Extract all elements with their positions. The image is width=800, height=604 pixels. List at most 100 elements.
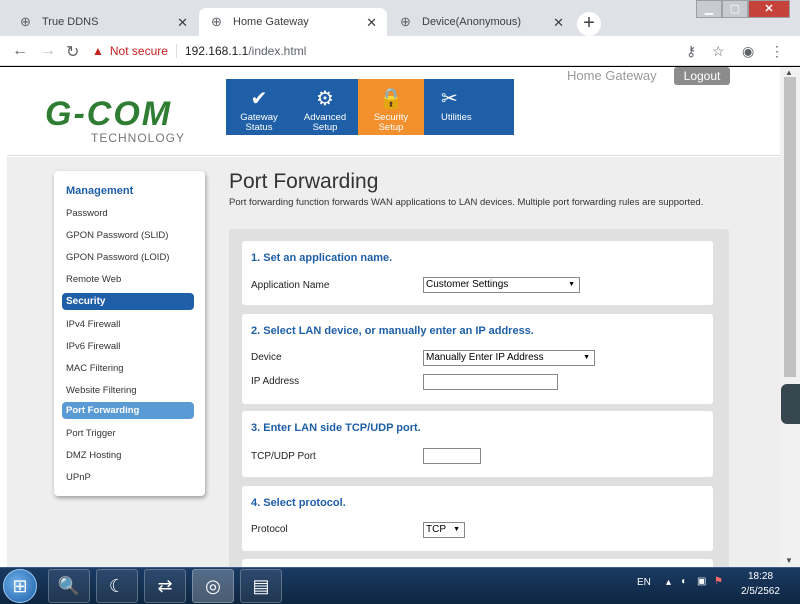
nav-utilities[interactable]: ✂ Utilities xyxy=(424,79,514,135)
application-name-select[interactable]: Customer Settings ▼ xyxy=(423,277,580,293)
nav-advanced-setup[interactable]: ⚙ Advanced Setup xyxy=(292,79,358,135)
security-status[interactable]: Not secure xyxy=(110,40,168,62)
tools-icon: ✂ xyxy=(441,88,458,110)
device-select[interactable]: Manually Enter IP Address ▼ xyxy=(423,350,595,366)
language-indicator[interactable]: EN xyxy=(637,577,651,588)
page-viewport: Home Gateway Logout G-COM TECHNOLOGY ✔ G… xyxy=(0,67,780,567)
nav-gateway-status[interactable]: ✔ Gateway Status xyxy=(226,79,292,135)
page-title: Port Forwarding xyxy=(229,170,379,193)
check-circle-icon: ✔ xyxy=(250,88,268,110)
step2-card: 2. Select LAN device, or manually enter … xyxy=(242,314,713,404)
step3-card: 3. Enter LAN side TCP/UDP port. TCP/UDP … xyxy=(242,411,713,477)
gcom-logo: G-COM TECHNOLOGY xyxy=(45,95,195,147)
new-tab-button[interactable]: + xyxy=(577,12,601,36)
page-description: Port forwarding function forwards WAN ap… xyxy=(229,197,704,208)
browser-tab-strip: ⊕ True DDNS ✕ ⊕ Home Gateway ✕ ⊕ Device(… xyxy=(0,0,800,36)
close-icon[interactable]: ✕ xyxy=(748,0,790,18)
tray-arrow-icon[interactable]: ▴ xyxy=(666,577,671,588)
notepad-icon[interactable]: ▤ xyxy=(240,569,282,603)
network-icon[interactable]: ▣ xyxy=(697,576,706,587)
back-icon[interactable]: ← xyxy=(12,42,28,60)
protocol-label: Protocol xyxy=(251,524,288,535)
logo-main: G-COM xyxy=(45,95,173,133)
clock-date[interactable]: 2/5/2562 xyxy=(741,586,780,597)
star-icon[interactable]: ☆ xyxy=(712,43,725,60)
forward-icon[interactable]: → xyxy=(40,42,56,60)
teamviewer-icon[interactable]: ⇄ xyxy=(144,569,186,603)
sidebar-item-port-forwarding[interactable]: Port Forwarding xyxy=(62,402,194,419)
address-bar[interactable]: ▲ Not secure 192.168.1.1 /index.html xyxy=(92,40,740,62)
tcp-udp-port-input[interactable] xyxy=(423,448,481,464)
close-tab-icon[interactable]: ✕ xyxy=(177,15,188,31)
minimize-icon[interactable]: ▁ xyxy=(696,0,722,18)
sidebar-item-website-filtering[interactable]: Website Filtering xyxy=(66,385,137,396)
step5-card-partial xyxy=(242,559,713,567)
window-controls: ▁ ▢ ✕ xyxy=(696,0,790,18)
chevron-down-icon: ▼ xyxy=(583,354,590,361)
url-path: /index.html xyxy=(248,44,307,58)
maximize-icon[interactable]: ▢ xyxy=(722,0,748,18)
step1-heading: 1. Set an application name. xyxy=(251,252,393,264)
logout-button[interactable]: Logout xyxy=(674,67,730,85)
gateway-title: Home Gateway xyxy=(567,68,657,83)
main-nav: ✔ Gateway Status ⚙ Advanced Setup 🔒 Secu… xyxy=(226,79,514,135)
nav-security-setup[interactable]: 🔒 Security Setup xyxy=(358,79,424,135)
chrome-icon[interactable]: ◎ xyxy=(192,569,234,603)
sidebar-item-ipv6-firewall[interactable]: IPv6 Firewall xyxy=(66,341,120,352)
scroll-up-icon[interactable]: ▲ xyxy=(785,68,793,77)
device-label: Device xyxy=(251,352,282,363)
logo-sub: TECHNOLOGY xyxy=(91,131,186,145)
tab-device-anonymous[interactable]: ⊕ Device(Anonymous) ✕ xyxy=(388,8,574,36)
key-icon[interactable]: ⚷ xyxy=(686,43,696,60)
tab-title: True DDNS xyxy=(42,16,99,28)
application-name-label: Application Name xyxy=(251,280,330,291)
sidebar-item-password[interactable]: Password xyxy=(66,208,108,219)
lock-icon: 🔒 xyxy=(378,88,404,110)
step4-card: 4. Select protocol. Protocol TCP ▼ xyxy=(242,486,713,551)
step1-card: 1. Set an application name. Application … xyxy=(242,241,713,305)
globe-icon: ⊕ xyxy=(20,14,31,29)
action-center-icon[interactable]: ⚑ xyxy=(714,576,723,587)
account-icon[interactable]: ◉ xyxy=(742,43,754,60)
scrollbar-thumb[interactable] xyxy=(784,77,796,377)
sidebar-item-gpon-slid[interactable]: GPON Password (SLID) xyxy=(66,230,168,241)
close-tab-icon[interactable]: ✕ xyxy=(553,15,564,31)
page-scrollbar[interactable]: ▲ ▼ xyxy=(780,67,800,567)
ip-address-input[interactable] xyxy=(423,374,558,390)
floating-side-widget[interactable] xyxy=(781,384,800,424)
sidebar-item-mac-filtering[interactable]: MAC Filtering xyxy=(66,363,124,374)
sidebar-item-dmz-hosting[interactable]: DMZ Hosting xyxy=(66,450,121,461)
sidebar-item-ipv4-firewall[interactable]: IPv4 Firewall xyxy=(66,319,120,330)
menu-icon[interactable]: ⋮ xyxy=(770,43,784,60)
globe-icon: ⊕ xyxy=(211,14,222,29)
globe-icon: ⊕ xyxy=(400,14,411,29)
clock-time[interactable]: 18:28 xyxy=(748,571,773,582)
sidebar-item-remote-web[interactable]: Remote Web xyxy=(66,274,121,285)
sidebar-item-gpon-loid[interactable]: GPON Password (LOID) xyxy=(66,252,169,263)
reload-icon[interactable]: ↻ xyxy=(66,42,79,62)
chevron-down-icon: ▼ xyxy=(453,526,460,533)
sidebar-item-port-trigger[interactable]: Port Trigger xyxy=(66,428,116,439)
gear-icon: ⚙ xyxy=(316,88,334,110)
protocol-select[interactable]: TCP ▼ xyxy=(423,522,465,538)
search-app-icon[interactable]: 🔍 xyxy=(48,569,90,603)
step4-heading: 4. Select protocol. xyxy=(251,497,346,509)
warning-icon: ▲ xyxy=(92,44,104,58)
url-host: 192.168.1.1 xyxy=(184,44,249,58)
browser-toolbar: ← → ↻ ▲ Not secure 192.168.1.1 /index.ht… xyxy=(0,36,800,66)
volume-icon[interactable]: ◖ xyxy=(680,576,686,587)
chevron-down-icon: ▼ xyxy=(568,281,575,288)
sidebar-section-security[interactable]: Security xyxy=(62,293,194,310)
tab-home-gateway[interactable]: ⊕ Home Gateway ✕ xyxy=(199,8,387,36)
tab-title: Home Gateway xyxy=(233,16,309,28)
scroll-down-icon[interactable]: ▼ xyxy=(785,556,793,565)
close-tab-icon[interactable]: ✕ xyxy=(366,15,377,31)
sidebar-section-management: Management xyxy=(66,185,134,197)
tab-true-ddns[interactable]: ⊕ True DDNS ✕ xyxy=(8,8,198,36)
windows-taskbar: ⊞ 🔍 ☾ ⇄ ◎ ▤ EN ▴ ◖ ▣ ⚑ 18:28 2/5/2562 xyxy=(0,567,800,604)
tcp-udp-port-label: TCP/UDP Port xyxy=(251,451,316,462)
start-button[interactable]: ⊞ xyxy=(3,569,37,603)
sidebar-item-upnp[interactable]: UPnP xyxy=(66,472,91,483)
moon-app-icon[interactable]: ☾ xyxy=(96,569,138,603)
tab-title: Device(Anonymous) xyxy=(422,16,522,28)
